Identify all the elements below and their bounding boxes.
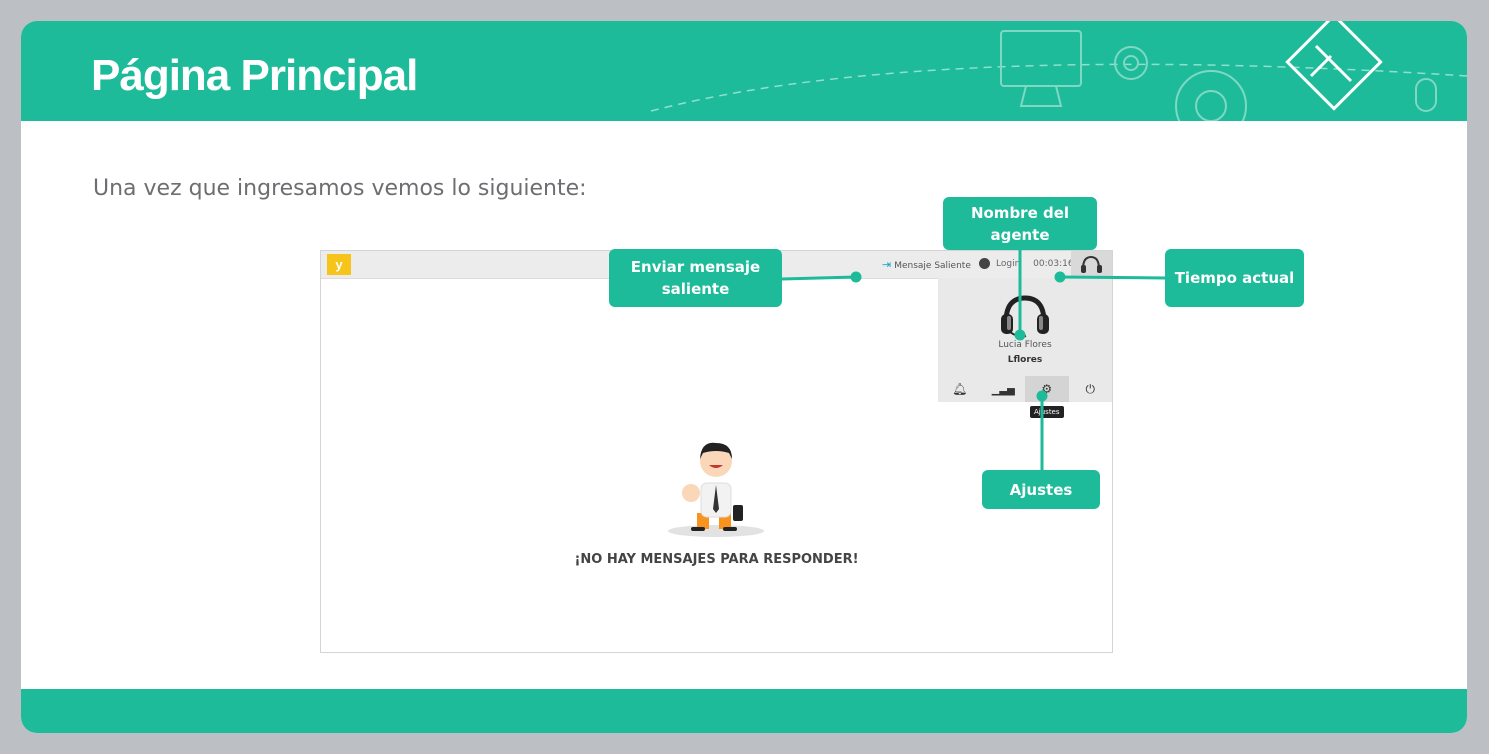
header: Página Principal [21,21,1467,121]
callout-send-message: Enviar mensaje saliente [609,249,782,307]
agent-name: Lucia Flores [998,340,1052,350]
callout-time-label: Tiempo actual [1174,269,1295,287]
logout-button[interactable]: ⏻ [1069,376,1113,402]
agent-panel: Lucia Flores Lflores 🔔︎ ▁▃▅ ⚙ ⏻ [938,278,1112,402]
footer-bar [21,689,1467,733]
agent-menu-button[interactable] [1071,251,1112,278]
power-icon: ⏻ [1085,382,1096,396]
agent-panel-actions: 🔔︎ ▁▃▅ ⚙ ⏻ [938,376,1112,402]
stats-button[interactable]: ▁▃▅ [982,376,1026,402]
bell-icon: 🔔︎ [952,382,968,396]
gear-icon: ⚙ [1041,382,1053,396]
headset-icon [1081,255,1102,273]
status-icon [979,258,990,269]
callout-agent-label: Nombre del agente [970,203,1070,244]
callout-settings: Ajustes [982,470,1100,509]
callout-send-label: Enviar mensaje saliente [630,258,761,298]
callout-agent-name: Nombre del agente [943,197,1097,250]
agent-username: Lflores [1007,355,1043,365]
app-logo[interactable]: y [327,254,351,275]
header-decoration-icons [650,21,1467,121]
settings-button[interactable]: ⚙ [1025,376,1069,402]
page-title: Página Principal [91,51,418,100]
login-timer: 00:03:16 [1033,259,1074,269]
send-icon: ⇥ [882,258,892,271]
send-message-label: Mensaje Saliente [894,261,971,271]
headset-avatar-icon [1001,295,1049,338]
empty-state-message: ¡NO HAY MENSAJES PARA RESPONDER! [574,552,859,567]
settings-tooltip: Ajustes [1030,406,1064,418]
app-screenshot: y ⇥ Mensaje Saliente Login 00:03:16 Luci… [320,250,1113,653]
empty-state-illustration [668,442,764,537]
slide: Página Principal Una vez que ingresamos … [21,21,1467,733]
intro-text: Una vez que ingresamos vemos lo siguient… [93,176,587,201]
notifications-button[interactable]: 🔔︎ [938,376,982,402]
send-message-button[interactable]: ⇥ Mensaje Saliente [882,258,971,271]
callout-settings-label: Ajustes [1009,480,1073,499]
login-status: Login 00:03:16 [979,258,1074,269]
callout-current-time: Tiempo actual [1165,249,1304,307]
chart-icon: ▁▃▅ [991,385,1015,396]
login-label: Login [996,259,1021,269]
